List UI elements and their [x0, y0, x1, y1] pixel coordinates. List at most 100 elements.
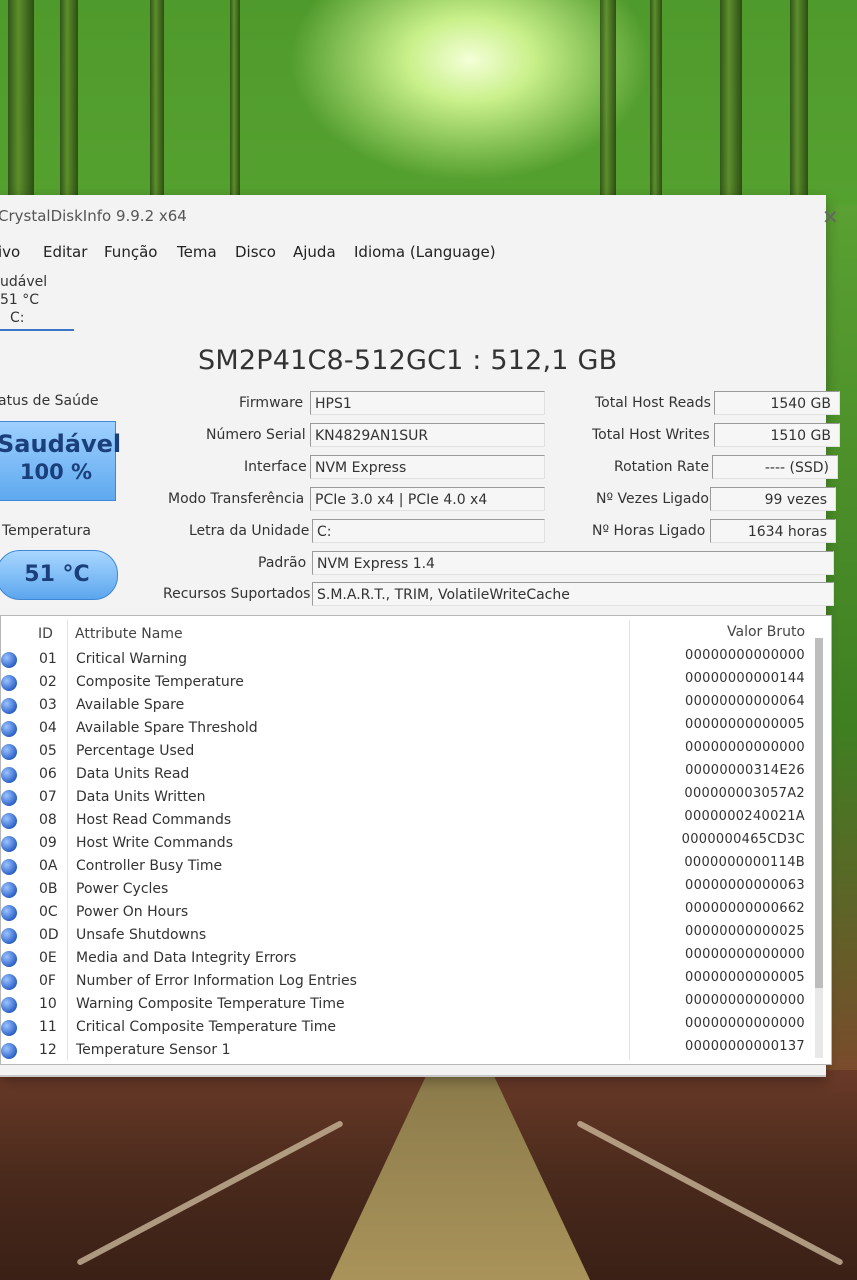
menu-file[interactable]: ivo: [0, 243, 20, 261]
host-reads-field: 1540 GB: [714, 391, 840, 415]
table-scrollbar[interactable]: [815, 638, 823, 1058]
row-raw-value: 00000000000662: [685, 901, 805, 916]
row-attribute-name: Critical Warning: [76, 651, 187, 667]
table-row[interactable]: 02 Composite Temperature 00000000000144: [1, 671, 821, 694]
menu-disk[interactable]: Disco: [235, 243, 276, 261]
row-id: 10: [39, 996, 57, 1012]
disk-selector-tab[interactable]: udável 51 °C C:: [0, 273, 74, 331]
scrollbar-thumb[interactable]: [815, 638, 823, 988]
row-id: 0E: [39, 950, 57, 966]
firmware-label: Firmware: [239, 395, 304, 411]
row-attribute-name: Media and Data Integrity Errors: [76, 950, 297, 966]
row-raw-value: 00000000000000: [685, 947, 805, 962]
table-row[interactable]: 0C Power On Hours 00000000000662: [1, 901, 821, 924]
row-id: 0C: [39, 904, 58, 920]
row-id: 07: [39, 789, 57, 805]
row-attribute-name: Controller Busy Time: [76, 858, 223, 874]
interface-label: Interface: [244, 459, 307, 475]
bamboo-stalk: [8, 0, 34, 205]
status-dot-icon: [1, 905, 17, 921]
window-title: CrystalDiskInfo 9.9.2 x64: [0, 207, 187, 225]
interface-field: NVM Express: [310, 455, 545, 479]
disk-tab-status: udável: [0, 274, 48, 290]
wallpaper-rail: [576, 1119, 844, 1267]
table-row[interactable]: 03 Available Spare 00000000000064: [1, 694, 821, 717]
row-attribute-name: Host Write Commands: [76, 835, 233, 851]
close-icon[interactable]: ✕: [822, 205, 839, 229]
table-row[interactable]: 07 Data Units Written 000000003057A2: [1, 786, 821, 809]
table-row[interactable]: 06 Data Units Read 00000000314E26: [1, 763, 821, 786]
status-dot-icon: [1, 836, 17, 852]
bamboo-stalk: [720, 0, 742, 205]
row-attribute-name: Critical Composite Temperature Time: [76, 1019, 336, 1035]
table-row[interactable]: 12 Temperature Sensor 1 00000000000137: [1, 1039, 821, 1062]
menu-help[interactable]: Ajuda: [293, 243, 336, 261]
table-row[interactable]: 09 Host Write Commands 0000000465CD3C: [1, 832, 821, 855]
column-header-raw-value[interactable]: Valor Bruto: [727, 624, 805, 640]
rotation-rate-label: Rotation Rate: [614, 459, 710, 475]
row-raw-value: 00000000000000: [685, 740, 805, 755]
transfer-mode-label: Modo Transferência: [168, 491, 305, 507]
features-label: Recursos Suportados: [163, 586, 311, 602]
bamboo-stalk: [230, 0, 240, 205]
menu-edit[interactable]: Editar: [43, 243, 87, 261]
row-attribute-name: Power Cycles: [76, 881, 169, 897]
table-row[interactable]: 0A Controller Busy Time 0000000000114B: [1, 855, 821, 878]
host-reads-label: Total Host Reads: [595, 395, 711, 411]
column-header-attribute-name[interactable]: Attribute Name: [75, 626, 183, 642]
status-dot-icon: [1, 652, 17, 668]
table-row[interactable]: 01 Critical Warning 00000000000000: [1, 648, 821, 671]
row-id: 05: [39, 743, 57, 759]
health-percent-value: 100 %: [19, 460, 93, 484]
power-count-field: 99 vezes: [710, 487, 836, 511]
menu-function[interactable]: Função: [104, 243, 157, 261]
power-hours-label: Nº Horas Ligado: [592, 523, 706, 539]
health-status-label: atus de Saúde: [0, 393, 99, 409]
row-id: 0F: [39, 973, 56, 989]
temperature-indicator[interactable]: 51 °C: [0, 550, 118, 600]
bamboo-stalk: [60, 0, 78, 205]
drive-letter-field: C:: [312, 519, 545, 543]
column-header-id[interactable]: ID: [38, 626, 53, 642]
row-id: 11: [39, 1019, 57, 1035]
drive-letter-label: Letra da Unidade: [189, 523, 310, 539]
status-dot-icon: [1, 721, 17, 737]
row-raw-value: 00000000000000: [685, 648, 805, 663]
status-dot-icon: [1, 1020, 17, 1036]
row-raw-value: 00000000000064: [685, 694, 805, 709]
title-bar[interactable]: CrystalDiskInfo 9.9.2 x64 ✕: [0, 195, 839, 237]
health-status-box[interactable]: Saudável 100 %: [0, 421, 122, 501]
row-raw-value: 00000000000025: [685, 924, 805, 939]
status-dot-icon: [1, 951, 17, 967]
menu-language[interactable]: Idioma (Language): [354, 243, 496, 261]
table-row[interactable]: 0D Unsafe Shutdowns 00000000000025: [1, 924, 821, 947]
row-id: 09: [39, 835, 57, 851]
status-dot-icon: [1, 698, 17, 714]
rotation-rate-field: ---- (SSD): [712, 455, 838, 479]
table-row[interactable]: 08 Host Read Commands 0000000240021A: [1, 809, 821, 832]
transfer-mode-field: PCIe 3.0 x4 | PCIe 4.0 x4: [310, 487, 545, 511]
health-status-value: Saudável: [0, 430, 122, 458]
row-raw-value: 000000003057A2: [684, 786, 805, 801]
table-row[interactable]: 11 Critical Composite Temperature Time 000…: [1, 1016, 821, 1039]
menu-theme[interactable]: Tema: [177, 243, 217, 261]
status-dot-icon: [1, 813, 17, 829]
table-row[interactable]: 05 Percentage Used 00000000000000: [1, 740, 821, 763]
row-id: 12: [39, 1042, 57, 1058]
table-row[interactable]: 0F Number of Error Information Log Entrie…: [1, 970, 821, 993]
row-id: 0A: [39, 858, 58, 874]
bamboo-stalk: [600, 0, 616, 205]
bamboo-stalk: [150, 0, 164, 205]
bamboo-stalk: [650, 0, 662, 205]
disk-tab-temp: 51 °C: [0, 292, 40, 308]
disk-model-title: SM2P41C8-512GC1 : 512,1 GB: [198, 345, 618, 376]
crystaldiskinfo-window: CrystalDiskInfo 9.9.2 x64 ✕ ivo Editar F…: [0, 195, 840, 1077]
table-row[interactable]: 0B Power Cycles 00000000000063: [1, 878, 821, 901]
status-dot-icon: [1, 997, 17, 1013]
table-row[interactable]: 04 Available Spare Threshold 0000000000000…: [1, 717, 821, 740]
row-raw-value: 00000000000000: [685, 993, 805, 1008]
row-attribute-name: Temperature Sensor 1: [76, 1042, 231, 1058]
bamboo-stalk: [790, 0, 808, 205]
table-row[interactable]: 10 Warning Composite Temperature Time 0000…: [1, 993, 821, 1016]
table-row[interactable]: 0E Media and Data Integrity Errors 0000000…: [1, 947, 821, 970]
